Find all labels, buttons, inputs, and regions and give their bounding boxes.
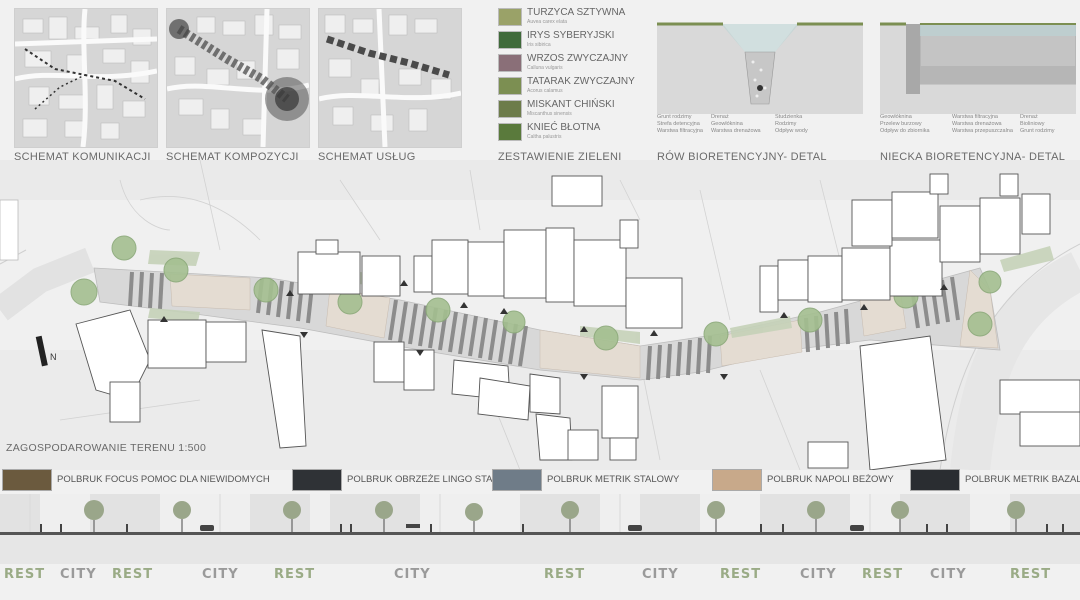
communication-scheme-drawing bbox=[14, 8, 158, 148]
detail-label: Warstwa filtracyjna bbox=[657, 128, 703, 134]
detail-bioretention-basin bbox=[880, 18, 1077, 114]
section-label-city: CITY bbox=[930, 567, 967, 582]
site-plan-title: ZAGOSPODAROWANIE TERENU 1:500 bbox=[6, 442, 207, 454]
detail-bioretention-ditch bbox=[657, 18, 863, 114]
basin-section-drawing bbox=[880, 22, 1077, 114]
detail-label: Warstwa drenażowa bbox=[952, 121, 1002, 127]
plant-name: WRZOS ZWYCZAJNY bbox=[527, 53, 629, 64]
legend-label: POLBRUK METRIK STALOWY bbox=[547, 474, 680, 485]
section-label-rest: REST bbox=[112, 567, 154, 582]
legend-label: POLBRUK NAPOLI BEŻOWY bbox=[767, 474, 894, 485]
plant-name: TATARAK ZWYCZAJNY bbox=[527, 76, 635, 87]
north-label: N bbox=[50, 352, 57, 362]
detail-label: Studzienka bbox=[775, 114, 803, 120]
plant-name: MISKANT CHIŃSKI bbox=[527, 99, 615, 110]
legend-swatch bbox=[492, 469, 542, 491]
street-section bbox=[0, 494, 1080, 564]
detail-label: Odpływ do zbiornika bbox=[880, 128, 930, 134]
section-label-rest: REST bbox=[862, 567, 904, 582]
section-label-city: CITY bbox=[60, 567, 97, 582]
scheme-services-map bbox=[318, 8, 462, 148]
site-plan: N bbox=[0, 160, 1080, 470]
section-label-city: CITY bbox=[642, 567, 679, 582]
detail-label: Strefa detencyjna bbox=[657, 121, 700, 127]
plant-latin-name: Auvea carex elata bbox=[527, 19, 568, 25]
plant-swatch bbox=[498, 123, 522, 141]
legend-swatch bbox=[910, 469, 960, 491]
section-label-rest: REST bbox=[4, 567, 46, 582]
detail-label: Odpływ wody bbox=[775, 128, 808, 134]
section-label-city: CITY bbox=[394, 567, 431, 582]
legend-swatch bbox=[292, 469, 342, 491]
project-board: SCHEMAT KOMUNIKACJI SCHEMAT KOMPOZYCJI S… bbox=[0, 0, 1080, 600]
plant-name: KNIEĆ BŁOTNA bbox=[527, 122, 601, 133]
plant-swatch bbox=[498, 100, 522, 118]
plant-swatch bbox=[498, 54, 522, 72]
detail-label: Warstwa przepuszczalna bbox=[952, 128, 1013, 134]
legend-label: POLBRUK METRIK BAZALTOWY bbox=[965, 474, 1080, 485]
detail-label: Geowłóknina bbox=[711, 121, 743, 127]
plant-latin-name: Miscanthus sinensis bbox=[527, 111, 572, 117]
legend-swatch bbox=[2, 469, 52, 491]
plant-latin-name: Acorus calamus bbox=[527, 88, 563, 94]
detail-label: Warstwa filtracyjna bbox=[952, 114, 998, 120]
scheme-composition-map bbox=[166, 8, 310, 148]
plant-latin-name: Calluna vulgaris bbox=[527, 65, 563, 71]
section-label-rest: REST bbox=[1010, 567, 1052, 582]
composition-scheme-drawing bbox=[166, 8, 310, 148]
section-label-city: CITY bbox=[202, 567, 239, 582]
plant-name: IRYS SYBERYJSKI bbox=[527, 30, 615, 41]
section-label-rest: REST bbox=[720, 567, 762, 582]
detail-label: Przelew burzowy bbox=[880, 121, 922, 127]
detail-label: Grunt rodzimy bbox=[1020, 128, 1055, 134]
detail-label: Bioliniowy bbox=[1020, 121, 1045, 127]
section-label-city: CITY bbox=[800, 567, 837, 582]
legend-swatch bbox=[712, 469, 762, 491]
detail-label: Grunt rodzimy bbox=[657, 114, 692, 120]
plant-latin-name: Caltha palustris bbox=[527, 134, 562, 140]
plant-swatch bbox=[498, 8, 522, 26]
services-scheme-drawing bbox=[318, 8, 462, 148]
section-label-rest: REST bbox=[274, 567, 316, 582]
ditch-section-drawing bbox=[657, 18, 863, 114]
detail-label: Warstwa drenażowa bbox=[711, 128, 761, 134]
scheme-communication-map bbox=[14, 8, 158, 148]
plant-swatch bbox=[498, 31, 522, 49]
detail-label: Geowłóknina bbox=[880, 114, 912, 120]
detail-label: Drenaż bbox=[1020, 114, 1038, 120]
plant-swatch bbox=[498, 77, 522, 95]
detail-label: Rodzimy bbox=[775, 121, 797, 127]
plant-latin-name: Iris sibirica bbox=[527, 42, 551, 48]
section-label-rest: REST bbox=[544, 567, 586, 582]
detail-label: Drenaż bbox=[711, 114, 729, 120]
plant-name: TURZYCA SZTYWNA bbox=[527, 7, 626, 18]
legend-label: POLBRUK FOCUS POMOC DLA NIEWIDOMYCH bbox=[57, 474, 270, 485]
